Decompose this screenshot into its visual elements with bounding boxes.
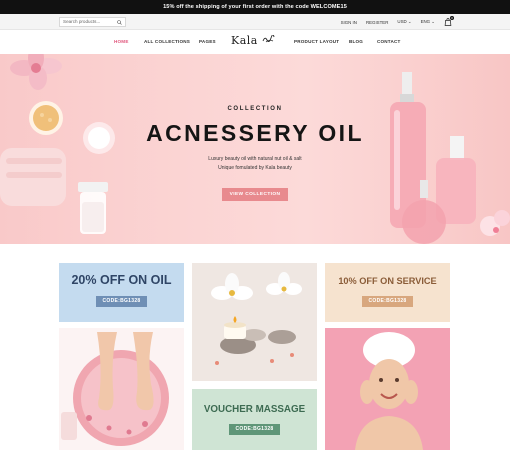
feet-spa-image xyxy=(59,328,184,450)
promo-service-code: CODE:BG1328 xyxy=(362,296,413,307)
nav-pages[interactable]: PAGES xyxy=(199,39,216,44)
nav-home[interactable]: HOME xyxy=(114,39,129,44)
signin-link[interactable]: SIGN IN xyxy=(341,20,357,25)
woman-towel-illustration xyxy=(325,328,450,450)
nav-contact[interactable]: CONTACT xyxy=(377,39,401,44)
site-logo[interactable]: Kala xyxy=(231,34,258,47)
hero-banner: COLLECTION ACNESSERY OIL Luxury beauty o… xyxy=(0,54,510,244)
promo-oil-title: 20% OFF ON OIL xyxy=(71,273,172,287)
search-input[interactable]: Search products... xyxy=(59,17,126,27)
hero-description-line-2: Unique fomulated by Kala beauty xyxy=(218,165,292,171)
feet-spa-illustration xyxy=(59,328,184,450)
spa-candle-image xyxy=(192,263,317,381)
search-icon[interactable] xyxy=(117,19,122,25)
register-link[interactable]: REGISTER xyxy=(366,20,388,25)
view-collection-button[interactable]: VIEW COLLECTION xyxy=(222,188,288,201)
main-nav: HOME ALL COLLECTIONS PAGES Kala PRODUCT … xyxy=(0,30,510,54)
logo-flourish-icon xyxy=(262,35,275,43)
nav-all-collections[interactable]: ALL COLLECTIONS xyxy=(144,39,190,44)
search-placeholder: Search products... xyxy=(63,19,101,24)
promo-voucher-tile[interactable]: VOUCHER MASSAGE CODE:BG1328 xyxy=(192,389,317,450)
nav-product-layout[interactable]: PRODUCT LAYOUT xyxy=(294,39,339,44)
promo-service-title: 10% OFF ON SERVICE xyxy=(338,276,437,286)
spa-candle-illustration xyxy=(192,263,317,381)
language-select[interactable]: ENG ⌄ xyxy=(421,19,435,25)
hero-spa-decoration-left xyxy=(0,54,115,234)
cart-count-badge: 0 xyxy=(450,16,454,20)
hero-bottles-decoration-right xyxy=(390,72,510,244)
cart-button[interactable]: 0 xyxy=(444,16,454,26)
account-links: SIGN IN REGISTER USD ⌄ ENG ⌄ 0 xyxy=(341,16,454,27)
promo-voucher-title: VOUCHER MASSAGE xyxy=(203,404,306,415)
hero-title: ACNESSERY OIL xyxy=(146,120,364,146)
announcement-text: 15% off the shipping of your first order… xyxy=(163,4,347,10)
promo-oil-tile[interactable]: 20% OFF ON OIL CODE:BG1328 xyxy=(59,263,184,322)
nav-blog[interactable]: BLOG xyxy=(349,39,363,44)
utility-bar: Search products... SIGN IN REGISTER USD … xyxy=(0,14,510,30)
promo-oil-code: CODE:BG1328 xyxy=(96,296,147,307)
announcement-bar: 15% off the shipping of your first order… xyxy=(0,0,510,14)
promo-service-tile[interactable]: 10% OFF ON SERVICE CODE:BG1328 xyxy=(325,263,450,322)
hero-description-line-1: Luxury beauty oil with natural nut oil &… xyxy=(208,156,302,162)
promo-voucher-code: CODE:BG1328 xyxy=(229,424,280,435)
currency-select[interactable]: USD ⌄ xyxy=(397,19,411,25)
woman-towel-image xyxy=(325,328,450,450)
hero-subtitle: COLLECTION xyxy=(227,106,283,112)
